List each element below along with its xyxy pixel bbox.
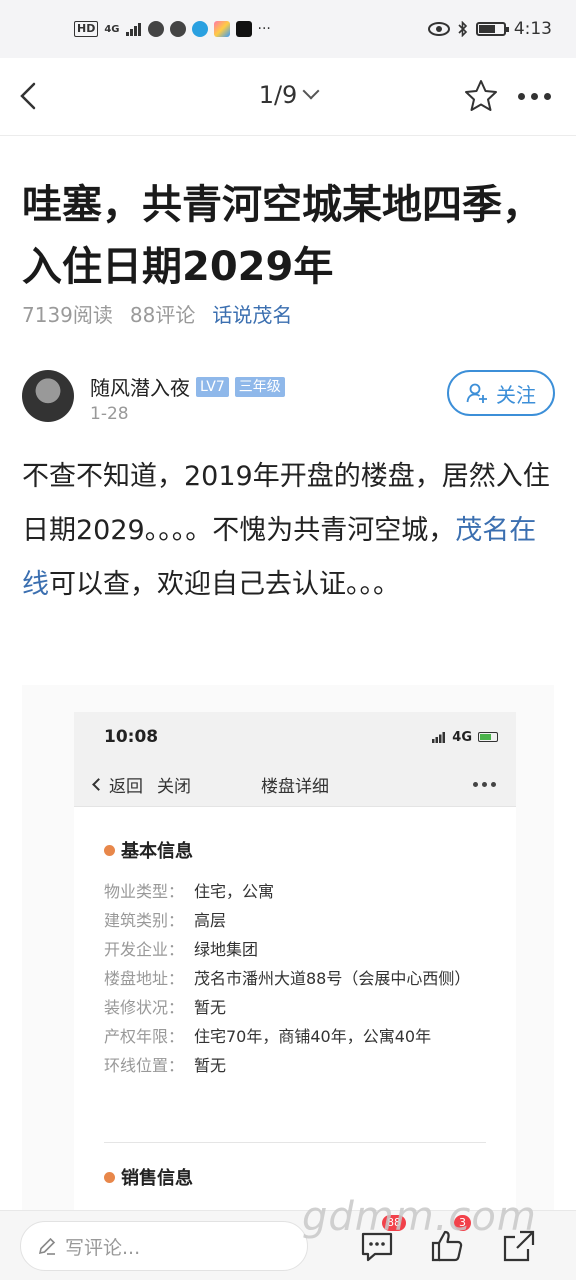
section-sales-label: 销售信息 — [121, 1168, 193, 1189]
article-body: 不查不知道，2019年开盘的楼盘，居然入住日期2029。。。。不愧为共青河空城，… — [22, 450, 556, 612]
message-icon — [169, 21, 186, 37]
info-value: 住宅70年，商铺40年，公寓40年 — [194, 1027, 432, 1046]
signal-icon — [432, 731, 446, 743]
embedded-screen: 10:08 4G 返回 关闭 楼盘详细 基本信息 物业类型： 住宅，公寓 建筑类别… — [74, 712, 516, 1215]
read-count: 7139阅读 — [22, 303, 113, 327]
more-icon — [473, 781, 496, 787]
info-key: 建筑类别： — [104, 911, 185, 930]
battery-icon — [478, 732, 498, 742]
embedded-time: 10:08 — [104, 727, 159, 747]
signal-icon — [125, 23, 141, 36]
embedded-network: 4G — [452, 729, 472, 745]
level-badge: LV7 — [196, 376, 229, 397]
star-icon[interactable] — [463, 78, 499, 114]
info-key: 楼盘地址： — [104, 969, 185, 988]
info-value: 高层 — [194, 911, 227, 930]
info-row: 装修状况： 暂无 — [104, 993, 484, 1022]
topic-link[interactable]: 话说茂名 — [212, 299, 292, 328]
watermark: gdmm.com — [302, 1194, 537, 1240]
info-value: 绿地集团 — [194, 940, 259, 959]
bluetooth-icon — [458, 21, 467, 37]
page-indicator-label: 1/9 — [258, 81, 298, 109]
comment-input[interactable]: 写评论... — [20, 1221, 308, 1271]
section-basic-info: 基本信息 — [104, 837, 193, 863]
info-key: 装修状况： — [104, 998, 185, 1017]
bullet-dot — [104, 844, 115, 856]
author-info: 随风潜入夜 LV7 三年级 — [90, 372, 285, 401]
status-icons-right: 4:13 — [427, 19, 552, 39]
grade-badge: 三年级 — [234, 376, 285, 397]
info-value: 暂无 — [194, 998, 227, 1017]
status-icons-left: HD 4G ··· — [74, 21, 271, 37]
video-app-icon — [213, 21, 230, 37]
pencil-icon — [38, 1237, 56, 1255]
info-key: 开发企业： — [104, 940, 185, 959]
info-value: 茂名市潘州大道88号（会展中心西侧） — [194, 969, 471, 988]
info-row: 楼盘地址： 茂名市潘州大道88号（会展中心西侧） — [104, 964, 484, 993]
status-time: 4:13 — [513, 19, 552, 39]
info-rows: 物业类型： 住宅，公寓 建筑类别： 高层 开发企业： 绿地集团 楼盘地址： 茂名市潘州大… — [104, 877, 484, 1080]
battery-icon — [475, 22, 509, 36]
divider — [104, 1142, 486, 1143]
article-title: 哇塞，共青河空城某地四季，入住日期2029年 — [22, 182, 542, 290]
bullet-dot — [104, 1171, 115, 1183]
author-name[interactable]: 随风潜入夜 — [90, 372, 190, 401]
post-date: 1-28 — [90, 404, 129, 424]
info-key: 环线位置： — [104, 1056, 185, 1075]
embedded-back: 返回 — [92, 772, 143, 797]
section-basic-label: 基本信息 — [121, 841, 193, 862]
tiktok-icon — [235, 21, 252, 37]
chevron-down-icon — [302, 82, 320, 100]
add-user-icon — [466, 383, 487, 403]
eye-icon — [427, 22, 450, 36]
info-key: 产权年限： — [104, 1027, 185, 1046]
info-row: 建筑类别： 高层 — [104, 906, 484, 935]
hd-tag: HD — [74, 21, 99, 37]
embedded-status-icons: 4G — [432, 730, 498, 745]
status-bar: HD 4G ··· 4:13 — [0, 0, 576, 58]
more-options-icon[interactable] — [518, 86, 560, 106]
follow-label: 关注 — [496, 382, 536, 407]
follow-button[interactable]: 关注 — [447, 370, 555, 416]
embedded-nav: 返回 关闭 楼盘详细 — [74, 762, 516, 807]
info-row: 物业类型： 住宅，公寓 — [104, 877, 484, 906]
chevron-left-icon — [92, 777, 105, 791]
embedded-back-label: 返回 — [109, 776, 143, 797]
top-nav-bar: 1/9 — [0, 58, 576, 136]
embedded-status-bar: 10:08 4G — [74, 712, 516, 762]
article-image[interactable]: 10:08 4G 返回 关闭 楼盘详细 基本信息 物业类型： 住宅，公寓 建筑类别… — [22, 685, 554, 1215]
article-meta: 7139阅读 88评论 话说茂名 — [22, 299, 292, 328]
signal-label: 4G — [104, 23, 120, 35]
wechat-icon — [147, 21, 164, 37]
comment-placeholder: 写评论... — [65, 1236, 141, 1259]
info-row: 开发企业： 绿地集团 — [104, 935, 484, 964]
comment-count: 88评论 — [129, 303, 196, 327]
body-text-2: 可以查，欢迎自己去认证。。。 — [49, 569, 400, 600]
more-notifications-icon: ··· — [257, 21, 271, 37]
info-value: 住宅，公寓 — [194, 882, 275, 901]
embedded-close-label: 关闭 — [157, 776, 191, 797]
info-row: 产权年限： 住宅70年，商铺40年，公寓40年 — [104, 1022, 484, 1051]
author-avatar[interactable] — [22, 370, 74, 422]
browser-icon — [191, 21, 208, 37]
section-sales-info: 销售信息 — [104, 1164, 193, 1190]
info-value: 暂无 — [194, 1056, 227, 1075]
info-key: 物业类型： — [104, 882, 185, 901]
info-row: 环线位置： 暂无 — [104, 1051, 484, 1080]
